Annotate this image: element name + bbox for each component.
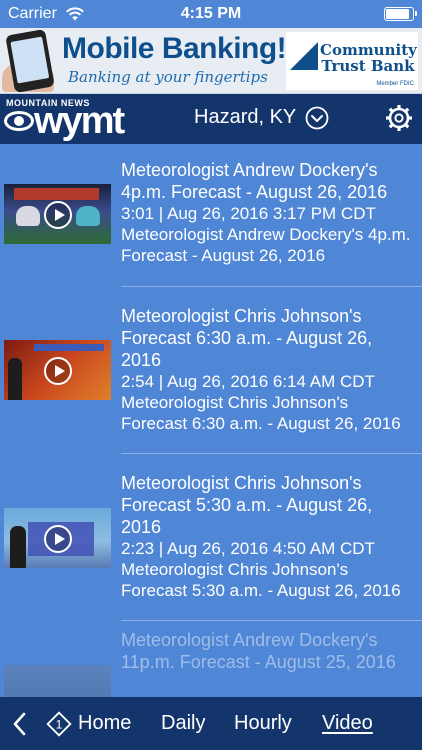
ad-phone-graphic [5,28,55,93]
nav-hourly[interactable]: Hourly [234,712,292,735]
gear-icon[interactable] [384,103,414,133]
play-icon[interactable] [44,525,72,553]
ad-bank-logo: Community Trust Bank Member FDIC [286,32,418,90]
nav-home[interactable]: Home [78,712,131,735]
video-thumbnail[interactable] [4,508,111,568]
video-description: Meteorologist Chris Johnson's Forecast 5… [121,560,401,600]
chevron-left-icon[interactable] [10,711,30,737]
ad-tagline: Banking at your fingertips [68,68,268,86]
video-item[interactable]: Meteorologist Andrew Dockery's 11p.m. Fo… [0,621,422,697]
bank-logo-icon [290,42,318,70]
video-thumbnail[interactable] [4,340,111,400]
play-icon[interactable] [44,357,72,385]
video-meta: 3:01 | Aug 26, 2016 3:17 PM CDT [121,204,376,223]
video-text: Meteorologist Chris Johnson's Forecast 5… [121,472,415,601]
video-item[interactable]: Meteorologist Chris Johnson's Forecast 6… [0,287,422,454]
chevron-down-circle-icon[interactable] [305,106,329,130]
bank-name-line2: Trust Bank [321,57,415,75]
video-meta: 2:23 | Aug 26, 2016 4:50 AM CDT [121,539,375,558]
battery-level [386,9,409,19]
ad-headline: Mobile Banking! [62,32,287,65]
status-bar: Carrier 4:15 PM [0,0,422,28]
station-logo[interactable]: MOUNTAIN NEWS wymt [4,98,132,142]
video-title[interactable]: Meteorologist Andrew Dockery's 11p.m. Fo… [121,629,415,673]
nav-video[interactable]: Video [322,712,373,735]
home-icon-number: 1 [56,718,63,732]
video-title[interactable]: Meteorologist Andrew Dockery's 4p.m. For… [121,159,415,203]
app-header: MOUNTAIN NEWS wymt Hazard, KY [0,94,422,144]
bottom-nav: 1 Home Daily Hourly Video [0,697,422,750]
video-title[interactable]: Meteorologist Chris Johnson's Forecast 5… [121,472,415,538]
video-item[interactable]: Meteorologist Andrew Dockery's 4p.m. For… [0,144,422,287]
video-title[interactable]: Meteorologist Chris Johnson's Forecast 6… [121,305,415,371]
video-thumbnail[interactable] [4,665,111,697]
home-diamond-icon[interactable]: 1 [46,711,72,737]
video-meta: 2:54 | Aug 26, 2016 6:14 AM CDT [121,372,375,391]
bank-name: Community Trust Bank [320,41,417,75]
bank-name-line1: Community [320,41,417,59]
video-text: Meteorologist Andrew Dockery's 4p.m. For… [121,159,415,266]
battery-icon [384,7,417,21]
video-text: Meteorologist Chris Johnson's Forecast 6… [121,305,415,434]
nav-daily[interactable]: Daily [161,712,205,735]
video-item[interactable]: Meteorologist Chris Johnson's Forecast 5… [0,454,422,621]
play-icon[interactable] [44,201,72,229]
video-list[interactable]: Meteorologist Andrew Dockery's 4p.m. For… [0,144,422,697]
location-label[interactable]: Hazard, KY [194,106,296,129]
logo-wordmark: wymt [34,100,125,142]
cbs-eye-icon [4,111,34,131]
video-description: Meteorologist Andrew Dockery's 4p.m. For… [121,225,411,265]
clock: 4:15 PM [180,5,242,22]
video-thumbnail[interactable] [4,184,111,244]
video-text: Meteorologist Andrew Dockery's 11p.m. Fo… [121,629,415,673]
video-description: Meteorologist Chris Johnson's Forecast 6… [121,393,401,433]
bank-footer: Member FDIC [376,81,414,87]
ad-banner[interactable]: Mobile Banking! Banking at your fingerti… [0,28,422,94]
